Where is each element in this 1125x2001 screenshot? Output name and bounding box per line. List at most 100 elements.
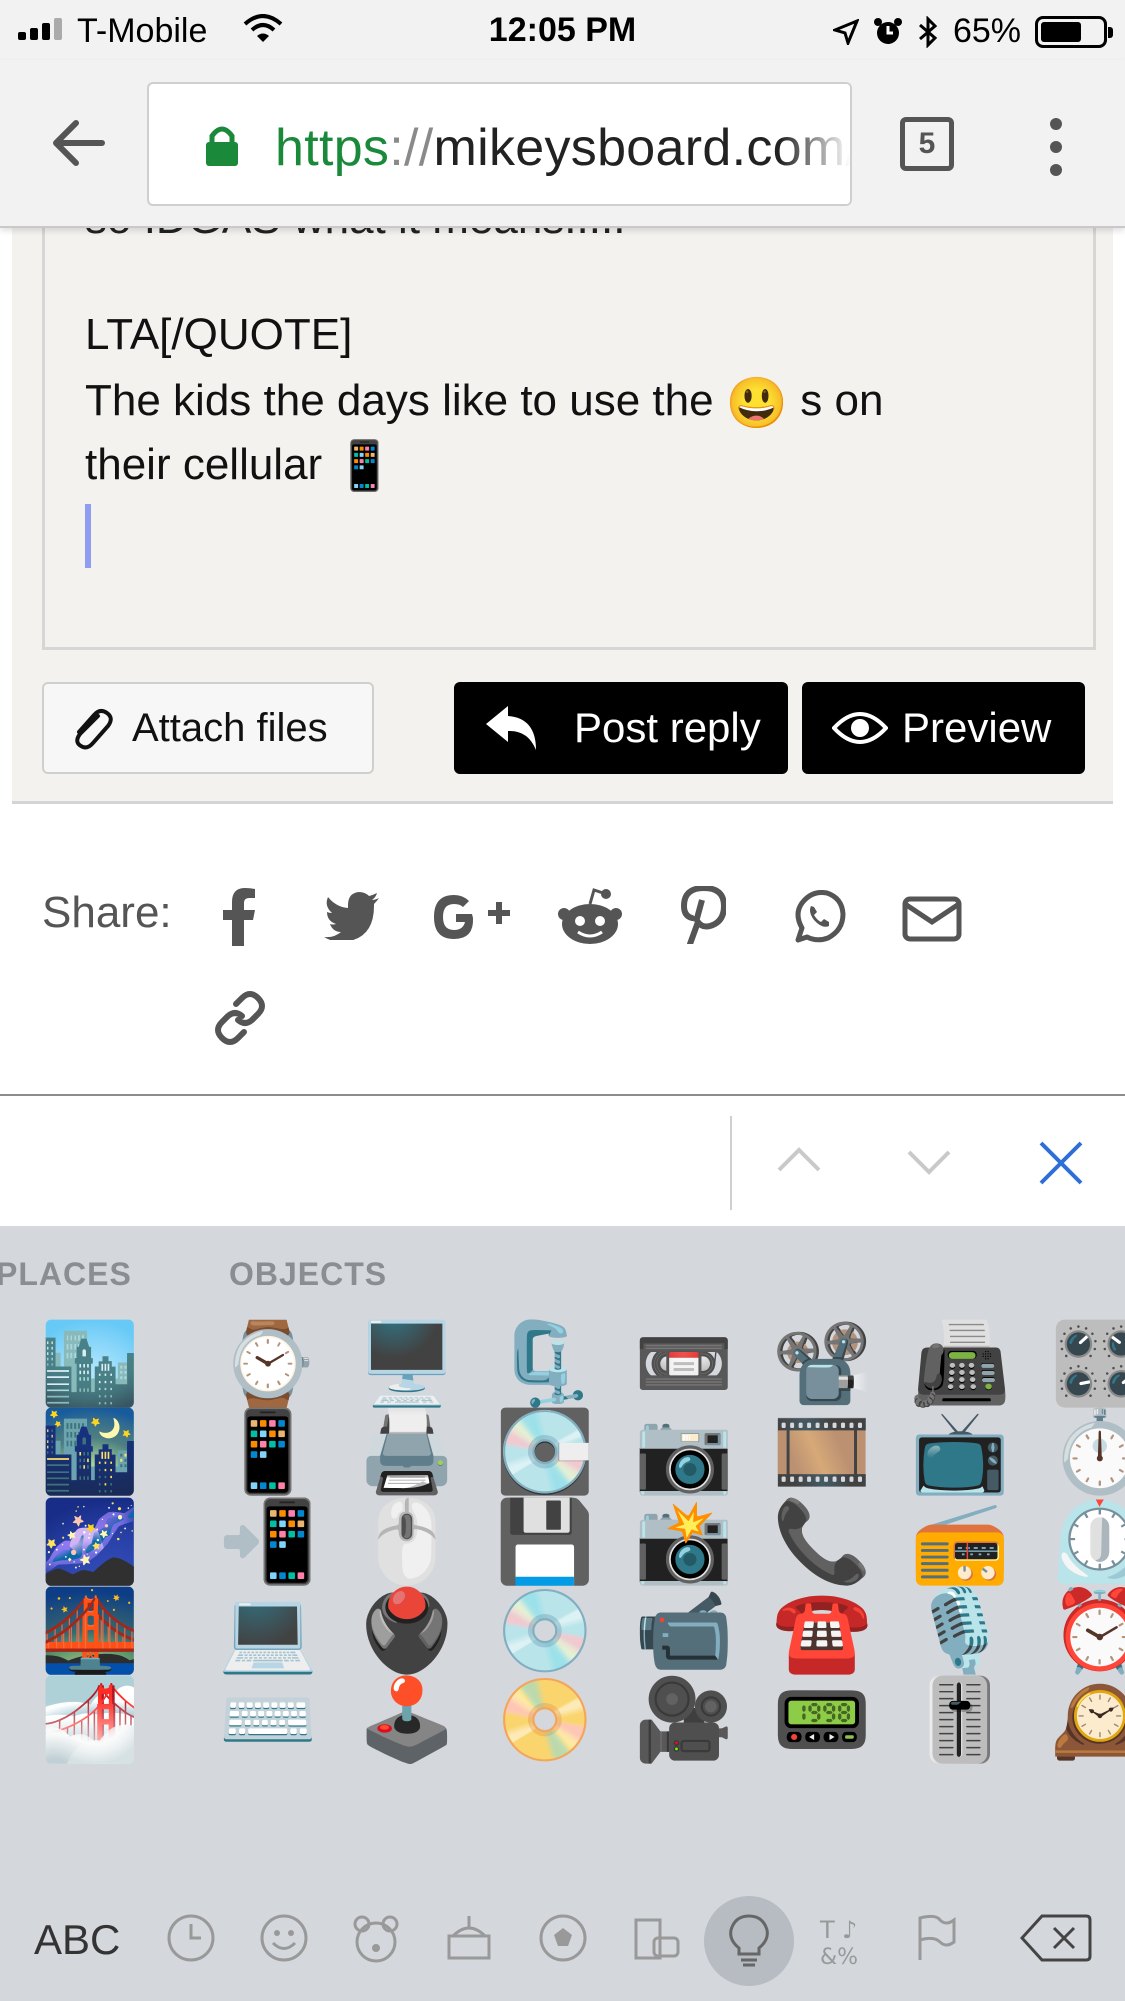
- editor-text-segment: The kids the days like to use the: [85, 376, 726, 425]
- emoji-key[interactable]: 💽: [495, 1402, 595, 1502]
- back-arrow-icon[interactable]: [50, 115, 106, 171]
- url-bar[interactable]: https://mikeysboard.com/t: [147, 82, 852, 206]
- objects-lightbulb-icon[interactable]: [723, 1912, 775, 1968]
- svg-text:&%: &%: [820, 1945, 858, 1968]
- emoji-key[interactable]: 📞: [772, 1492, 872, 1592]
- preview-label: Preview: [902, 704, 1052, 751]
- travel-icon[interactable]: [630, 1912, 682, 1964]
- text-caret: [85, 504, 91, 568]
- emoji-key[interactable]: 🎚️: [910, 1670, 1010, 1770]
- emoji-key[interactable]: 💻: [218, 1581, 318, 1681]
- url-text: https://mikeysboard.com/t: [275, 118, 850, 178]
- recent-clock-icon[interactable]: [165, 1912, 217, 1964]
- emoji-key[interactable]: 🎞️: [772, 1402, 872, 1502]
- lock-icon: [206, 126, 238, 166]
- reddit-icon[interactable]: [558, 888, 622, 946]
- abc-key[interactable]: ABC: [34, 1916, 120, 1964]
- preview-button[interactable]: Preview: [802, 682, 1085, 774]
- twitter-icon[interactable]: [324, 892, 380, 940]
- post-reply-button[interactable]: Post reply: [454, 682, 788, 774]
- emoji-key[interactable]: 📠: [910, 1314, 1010, 1414]
- location-arrow-icon: [832, 18, 859, 45]
- emoji-key[interactable]: 🖥️: [357, 1314, 457, 1414]
- editor-text-segment: their cellular: [85, 440, 335, 489]
- emoji-key[interactable]: 🎛️: [1050, 1314, 1125, 1414]
- emoji-key[interactable]: 🖲️: [357, 1581, 457, 1681]
- reply-arrow-icon: [486, 706, 536, 750]
- reply-form: so IDGAS what it means..... LTA[/QUOTE] …: [12, 208, 1113, 804]
- facebook-icon[interactable]: [222, 888, 256, 946]
- editor-text-line: their cellular 📱: [85, 440, 394, 491]
- flags-icon[interactable]: [910, 1912, 962, 1964]
- emoji-key[interactable]: 📻: [910, 1492, 1010, 1592]
- find-input[interactable]: [0, 1098, 728, 1226]
- food-icon[interactable]: [443, 1912, 495, 1964]
- overflow-menu-icon[interactable]: [1050, 118, 1062, 176]
- mobile-phone-emoji: 📱: [334, 440, 395, 494]
- emoji-key[interactable]: 🌁: [40, 1670, 140, 1770]
- emoji-key[interactable]: 🌉: [40, 1581, 140, 1681]
- emoji-key[interactable]: 🎙️: [910, 1581, 1010, 1681]
- email-icon[interactable]: [902, 896, 962, 942]
- share-label: Share:: [42, 888, 172, 937]
- activity-soccer-icon[interactable]: [537, 1912, 589, 1964]
- paperclip-icon: [75, 708, 113, 750]
- emoji-key[interactable]: ⌚: [218, 1314, 318, 1414]
- battery-percent: 65%: [952, 12, 1021, 50]
- url-separator: ://: [389, 119, 434, 177]
- attach-files-button[interactable]: Attach files: [42, 682, 374, 774]
- animals-icon[interactable]: [350, 1912, 402, 1964]
- emoji-key[interactable]: 📹: [634, 1581, 734, 1681]
- backspace-icon[interactable]: [1020, 1912, 1092, 1964]
- pinterest-icon[interactable]: [680, 886, 726, 944]
- emoji-key[interactable]: 💿: [495, 1581, 595, 1681]
- emoji-key[interactable]: 🏙️: [40, 1314, 140, 1414]
- category-label-objects: OBJECTS: [229, 1256, 388, 1292]
- browser-toolbar: https://mikeysboard.com/t 5: [0, 60, 1125, 228]
- emoji-key[interactable]: ⏱️: [1050, 1402, 1125, 1502]
- editor-text-line: The kids the days like to use the 😃 s on: [85, 376, 883, 428]
- smileys-icon[interactable]: [258, 1912, 310, 1964]
- chevron-up-icon[interactable]: [776, 1144, 822, 1174]
- emoji-key[interactable]: 📼: [634, 1314, 734, 1414]
- tab-switcher-button[interactable]: 5: [900, 117, 954, 171]
- link-icon[interactable]: [212, 990, 268, 1046]
- attach-files-label: Attach files: [132, 705, 328, 750]
- emoji-key[interactable]: 📀: [495, 1670, 595, 1770]
- emoji-key[interactable]: 📱: [218, 1402, 318, 1502]
- emoji-key[interactable]: 🎥: [634, 1670, 734, 1770]
- emoji-key[interactable]: 🖨️: [357, 1402, 457, 1502]
- emoji-key[interactable]: ⏰: [1050, 1581, 1125, 1681]
- emoji-key[interactable]: 💾: [495, 1492, 595, 1592]
- emoji-key[interactable]: 🌃: [40, 1402, 140, 1502]
- whatsapp-icon[interactable]: [792, 890, 846, 944]
- emoji-key[interactable]: 📷: [634, 1402, 734, 1502]
- emoji-key[interactable]: 📽️: [772, 1314, 872, 1414]
- editor-text-segment: s on: [788, 376, 884, 425]
- svg-text:♪: ♪: [842, 1916, 857, 1944]
- message-editor[interactable]: so IDGAS what it means..... LTA[/QUOTE] …: [42, 208, 1096, 650]
- emoji-keyboard: PLACES OBJECTS 🏙️ 🌃 🌌 🌉 🌁 ⌚ 📱 📲 💻 ⌨️ 🖥️ 🖨️ 🖱️ 🖲️ 🕹️ 🗜️ 💽…: [0, 1226, 1125, 2001]
- google-plus-icon[interactable]: [432, 892, 512, 942]
- emoji-key[interactable]: 📲: [218, 1492, 318, 1592]
- emoji-key[interactable]: 🌌: [40, 1492, 140, 1592]
- status-bar: T-Mobile 12:05 PM 65%: [0, 0, 1125, 60]
- emoji-key[interactable]: ⌨️: [218, 1670, 318, 1770]
- close-icon[interactable]: [1038, 1140, 1084, 1186]
- symbols-icon[interactable]: T ♪&%: [818, 1912, 870, 1968]
- post-reply-label: Post reply: [574, 704, 761, 751]
- emoji-key[interactable]: ⏲️: [1050, 1492, 1125, 1592]
- emoji-key[interactable]: 📟: [772, 1670, 872, 1770]
- page-content: so IDGAS what it means..... LTA[/QUOTE] …: [0, 208, 1125, 1098]
- alarm-icon: [873, 17, 902, 44]
- emoji-key[interactable]: 🗜️: [495, 1314, 595, 1414]
- emoji-key[interactable]: 📸: [634, 1492, 734, 1592]
- emoji-key[interactable]: 🕰️: [1050, 1670, 1125, 1770]
- find-separator: [730, 1116, 732, 1210]
- eye-icon: [832, 712, 888, 744]
- emoji-key[interactable]: 🕹️: [357, 1670, 457, 1770]
- emoji-key[interactable]: 📺: [910, 1402, 1010, 1502]
- emoji-key[interactable]: ☎️: [772, 1581, 872, 1681]
- chevron-down-icon[interactable]: [906, 1148, 952, 1178]
- emoji-key[interactable]: 🖱️: [357, 1492, 457, 1592]
